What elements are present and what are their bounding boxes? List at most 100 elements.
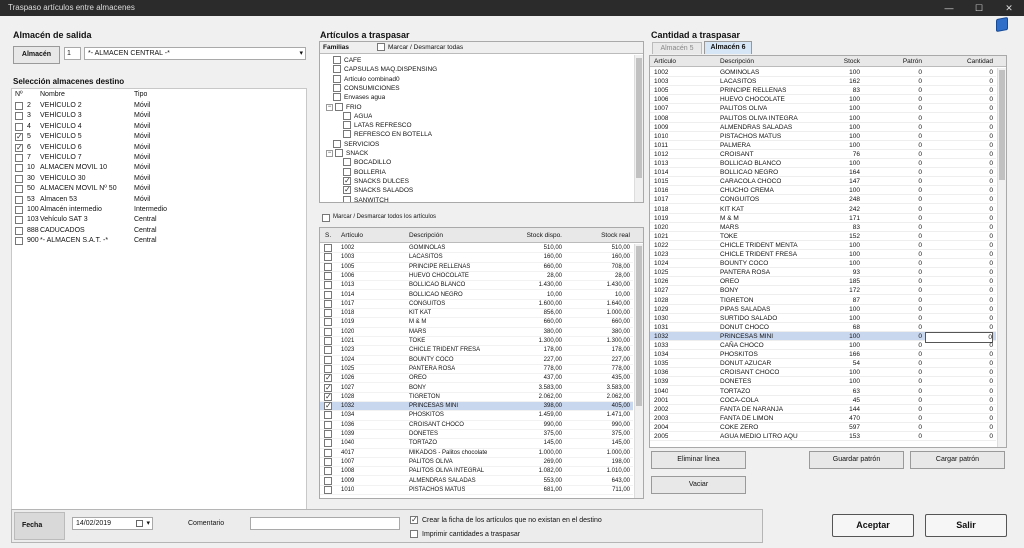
destino-row[interactable]: 6 VEHÍCULO 6 Móvil	[12, 143, 306, 153]
almacen-code-input[interactable]: 1	[64, 47, 81, 60]
destino-checkbox[interactable]	[15, 237, 23, 246]
vaciar-button[interactable]: Vaciar	[651, 476, 746, 494]
familia-checkbox[interactable]	[343, 158, 351, 167]
cant-cantidad[interactable]: 0	[925, 350, 993, 359]
articulo-checkbox[interactable]	[324, 392, 332, 401]
collapse-icon[interactable]: −	[326, 103, 333, 111]
articulo-checkbox[interactable]	[324, 327, 332, 336]
help-book-icon[interactable]	[996, 16, 1008, 33]
articulo-checkbox[interactable]	[324, 271, 332, 280]
familia-row[interactable]: CAFE	[320, 56, 633, 65]
articulo-row[interactable]: 1009 ALMENDRAS SALADAS 553,00 643,00	[320, 476, 633, 486]
fecha-input[interactable]: 14/02/2019 ▾	[72, 517, 153, 530]
articulo-row[interactable]: 1013 BOLLICAO BLANCO 1.430,00 1.430,00	[320, 281, 633, 291]
articulo-row[interactable]: 1006 HUEVO CHOCOLATE 28,00 28,00	[320, 271, 633, 282]
articulo-checkbox[interactable]	[324, 476, 332, 485]
familia-row[interactable]: CAPSULAS MAQ.DISPENSING	[320, 65, 633, 74]
familia-row[interactable]: − SNACK	[320, 149, 633, 158]
familia-row[interactable]: SERVICIOS	[320, 139, 633, 149]
destino-row[interactable]: 53 Almacen 53 Móvil	[12, 195, 306, 205]
familia-row[interactable]: SANWITCH	[320, 195, 633, 202]
destino-checkbox[interactable]	[15, 226, 23, 235]
cantidad-row[interactable]: 1018 KIT KAT 242 0 0	[650, 205, 996, 214]
cantidad-row[interactable]: 1006 HUEVO CHOCOLATE 100 0 0	[650, 95, 996, 105]
familia-row[interactable]: BOLLERIA	[320, 167, 633, 177]
articulo-row[interactable]: 1014 BOLLICAO NEGRO 10,00 10,00	[320, 290, 633, 300]
cantidad-row[interactable]: 1034 PHOSKITOS 166 0 0	[650, 350, 996, 360]
articulo-row[interactable]: 1027 BONY 3.583,00 3.583,00	[320, 383, 633, 393]
cantidad-row[interactable]: 2005 AGUA MEDIO LITRO AQU 153 0 0	[650, 432, 996, 442]
articulo-row[interactable]: 4017 MIKADOS - Palitos chocolate 1.000,00 1…	[320, 448, 633, 458]
maximize-button[interactable]: ☐	[964, 0, 994, 16]
destino-row[interactable]: 10 ALMACEN MOVIL 10 Móvil	[12, 163, 306, 173]
cant-cantidad[interactable]: 0	[925, 223, 993, 232]
familia-row[interactable]: AGUA	[320, 111, 633, 121]
articulo-checkbox[interactable]	[324, 467, 332, 476]
cantidad-row[interactable]: 1031 DONUT CHOCO 68 0 0	[650, 323, 996, 332]
cant-cantidad[interactable]: 0	[925, 314, 993, 323]
cantidad-row[interactable]: 1033 CAÑA CHOCO 100 0 0	[650, 341, 996, 351]
cant-cantidad[interactable]: 0	[925, 132, 993, 141]
familia-row[interactable]: SNACKS DULCES	[320, 176, 633, 186]
articulo-checkbox[interactable]	[324, 364, 332, 373]
cantidad-row[interactable]: 1027 BONY 172 0 0	[650, 286, 996, 296]
familia-row[interactable]: LATAS REFRESCO	[320, 121, 633, 130]
destino-row[interactable]: 4 VEHÍCULO 4 Móvil	[12, 122, 306, 132]
destino-checkbox[interactable]	[15, 143, 23, 153]
destino-checkbox[interactable]	[15, 195, 23, 204]
articulo-row[interactable]: 1032 PRINCESAS MINI 398,00 405,00	[320, 401, 633, 412]
familia-row[interactable]: Artículo combinad0	[320, 74, 633, 84]
cant-cantidad[interactable]: 0	[925, 86, 993, 95]
cant-cantidad[interactable]: 0	[925, 405, 993, 414]
articulo-row[interactable]: 1020 MARS 380,00 380,00	[320, 327, 633, 337]
articulo-row[interactable]: 1021 TOKE 1.300,00 1.300,00	[320, 337, 633, 347]
cargar-patron-button[interactable]: Cargar patrón	[910, 451, 1005, 469]
articulo-checkbox[interactable]	[324, 485, 332, 494]
articulo-checkbox[interactable]	[324, 290, 332, 299]
destino-checkbox[interactable]	[15, 102, 23, 110]
cant-cantidad[interactable]: 0	[925, 150, 993, 159]
destino-row[interactable]: 103 Vehículo SAT 3 Central	[12, 215, 306, 225]
articulo-checkbox[interactable]	[324, 411, 332, 420]
familia-checkbox[interactable]	[343, 121, 351, 130]
calendar-icon[interactable]	[136, 520, 143, 527]
chevron-down-icon[interactable]: ▾	[299, 48, 303, 59]
familia-row[interactable]: Envases agua	[320, 93, 633, 102]
familia-row[interactable]: SNACKS SALADOS	[320, 185, 633, 195]
destino-row[interactable]: 100 Almacén intermedio Intermedio	[12, 205, 306, 215]
cantidad-row[interactable]: 1039 DONETES 100 0 0	[650, 377, 996, 387]
articulo-row[interactable]: 1034 PHOSKITOS 1.459,00 1.471,00	[320, 411, 633, 421]
articulo-checkbox[interactable]	[324, 281, 332, 290]
cant-cantidad[interactable]: 0	[925, 232, 993, 241]
crear-ficha-checkbox[interactable]	[410, 515, 418, 524]
articulo-checkbox[interactable]	[324, 318, 332, 327]
articulo-row[interactable]: 1039 DONETES 375,00 375,00	[320, 430, 633, 440]
cantidad-row[interactable]: 1022 CHICLE TRIDENT MENTA 100 0 0	[650, 241, 996, 250]
cantidad-row[interactable]: 1012 CROISANT 76 0 0	[650, 150, 996, 159]
articulo-checkbox[interactable]	[324, 448, 332, 457]
cant-cantidad[interactable]: 0	[925, 286, 993, 295]
articulo-row[interactable]: 1008 PALITOS OLIVA INTEGRAL 1.082,00 1.010,…	[320, 467, 633, 477]
cant-cantidad[interactable]: 0	[925, 241, 993, 250]
eliminar-linea-button[interactable]: Eliminar línea	[651, 451, 746, 469]
articulo-row[interactable]: 1036 CROISANT CHOCO 990,00 990,00	[320, 420, 633, 430]
articulo-row[interactable]: 1010 PISTACHOS MATUS 681,00 711,00	[320, 485, 633, 496]
cant-cantidad[interactable]: 0	[925, 377, 993, 386]
cant-cantidad[interactable]: 0	[925, 205, 993, 214]
articulo-row[interactable]: 1005 PRINCIPE RELLENAS 660,00 708,00	[320, 262, 633, 272]
destino-row[interactable]: 7 VEHÍCULO 7 Móvil	[12, 153, 306, 163]
articulo-row[interactable]: 1024 BOUNTY COCO 227,00 227,00	[320, 355, 633, 365]
cant-cantidad[interactable]: 0	[925, 186, 993, 195]
destino-row[interactable]: 30 VEHÍCULO 30 Móvil	[12, 174, 306, 184]
articulo-row[interactable]: 1019 M & M 660,00 660,00	[320, 318, 633, 328]
cant-cantidad[interactable]: 0	[925, 168, 993, 177]
destino-checkbox[interactable]	[15, 206, 23, 214]
comentario-input[interactable]	[250, 517, 400, 530]
cantidad-row[interactable]: 1020 MARS 83 0 0	[650, 223, 996, 232]
articulo-row[interactable]: 1026 OREO 437,00 435,00	[320, 373, 633, 384]
cantidad-row[interactable]: 1015 CARACOLA CHOCO 147 0 0	[650, 177, 996, 187]
familia-checkbox[interactable]	[343, 111, 351, 120]
aceptar-button[interactable]: Aceptar	[832, 514, 914, 537]
destino-checkbox[interactable]	[15, 174, 23, 183]
destino-checkbox[interactable]	[15, 164, 23, 173]
